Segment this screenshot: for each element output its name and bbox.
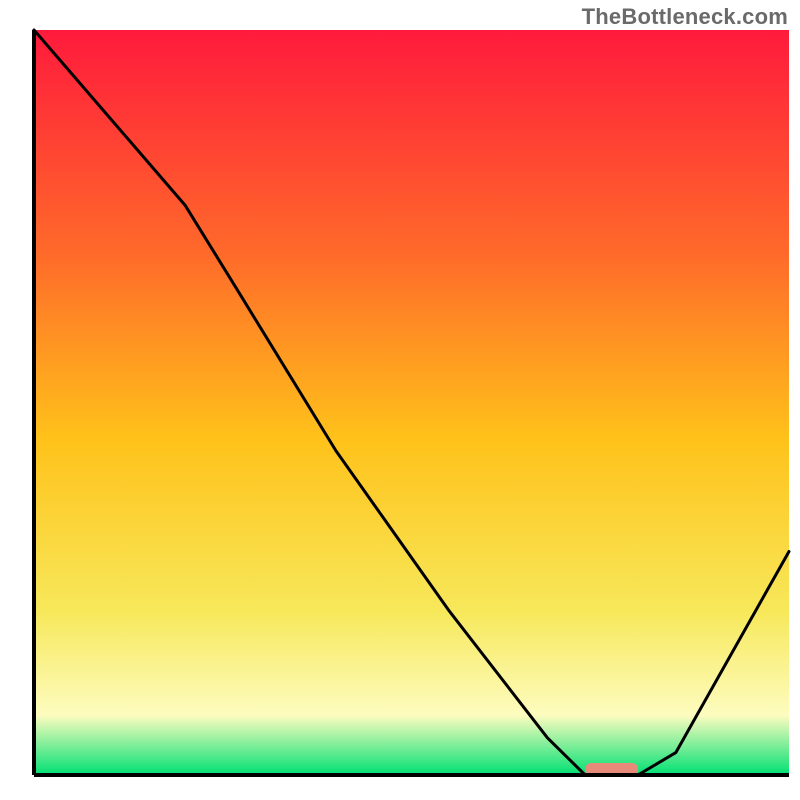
bottleneck-chart [0, 0, 800, 800]
plot-gradient-background [34, 30, 789, 775]
